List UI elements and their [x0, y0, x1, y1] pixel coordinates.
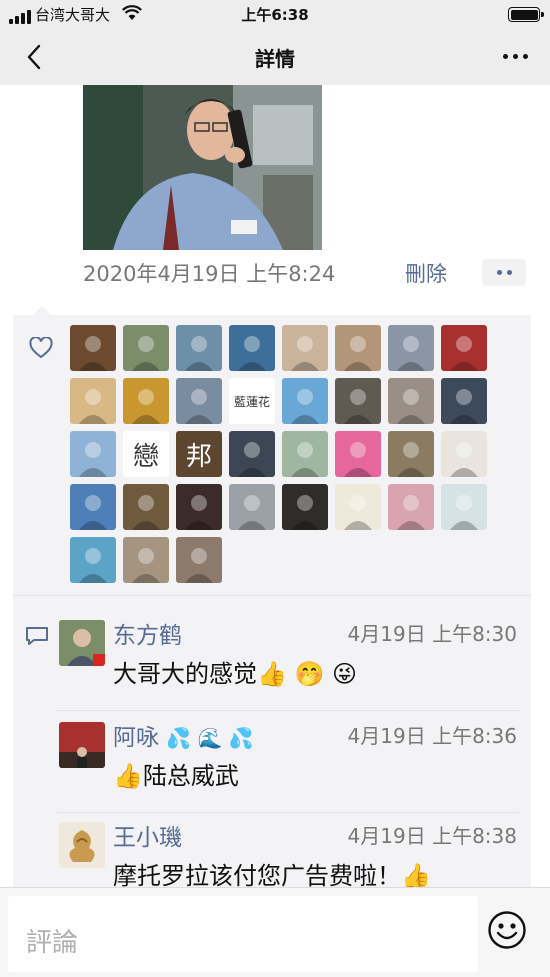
avatar-woman-glasses-2[interactable]: [176, 537, 222, 583]
avatar-man-standing[interactable]: [123, 537, 169, 583]
avatar-white-flowers[interactable]: [123, 484, 169, 530]
commenter-name[interactable]: 阿咏 💦 🌊 💦: [113, 718, 254, 752]
avatar-beach-girl[interactable]: [282, 378, 328, 424]
avatar-gift-box[interactable]: [282, 325, 328, 371]
avatar-man-headphones[interactable]: [388, 378, 434, 424]
divider: [57, 812, 519, 813]
avatar-woman-sunglasses[interactable]: [441, 378, 487, 424]
avatar-text: 邦: [185, 441, 212, 472]
comment-text: 👍陆总威武: [113, 762, 239, 790]
comment-item[interactable]: 阿咏 💦 🌊 💦 4月19日 上午8:36 👍陆总威武: [57, 722, 531, 802]
likes-panel: 藍蓮花戀邦: [13, 306, 531, 595]
avatar-cartoon-woman[interactable]: [335, 431, 381, 477]
comment-time: 4月19日 上午8:38: [347, 824, 517, 848]
avatar-seal-stamp[interactable]: 邦: [176, 431, 222, 477]
avatar-calligraphy-scroll[interactable]: [335, 484, 381, 530]
avatar-man-dark[interactable]: [282, 484, 328, 530]
like-avatar-grid: 藍蓮花戀邦: [70, 325, 500, 583]
avatar-man-sitting[interactable]: [335, 378, 381, 424]
avatar-golden-phoenix[interactable]: [70, 378, 116, 424]
heart-icon: [29, 337, 53, 359]
comment-input[interactable]: 評論: [8, 896, 478, 972]
delete-link[interactable]: 刪除: [405, 258, 447, 288]
status-bar: 台湾大哥大 上午6:38: [0, 0, 550, 30]
avatar-red-store[interactable]: [441, 325, 487, 371]
comment-time: 4月19日 上午8:36: [347, 724, 517, 748]
clock: 上午6:38: [241, 6, 309, 24]
avatar-cyclist[interactable]: [282, 431, 328, 477]
avatar-two-girls[interactable]: [388, 484, 434, 530]
avatar-man-seaside[interactable]: [176, 325, 222, 371]
commenter-name[interactable]: 王小璣: [113, 818, 182, 852]
comment-icon: [26, 627, 48, 645]
commenter-avatar[interactable]: [59, 722, 105, 768]
emoji-thumbs-smile: 👍 🤭 😜: [257, 660, 358, 688]
action-menu-button[interactable]: [482, 259, 526, 286]
avatar-teacup-blue[interactable]: [229, 325, 275, 371]
avatar-cartoon-man[interactable]: [441, 431, 487, 477]
avatar-lotus-logo[interactable]: 藍蓮花: [229, 378, 275, 424]
commenter-name[interactable]: 东方鹤: [113, 616, 182, 650]
comment-item[interactable]: 东方鹤 4月19日 上午8:30 大哥大的感觉👍 🤭 😜: [57, 620, 531, 700]
avatar-autumn-tree[interactable]: [123, 378, 169, 424]
avatar-red-roses[interactable]: [176, 484, 222, 530]
comment-time: 4月19日 上午8:30: [347, 622, 517, 646]
avatar-man-suit[interactable]: [388, 325, 434, 371]
avatar-woman-glasses[interactable]: [335, 325, 381, 371]
comment-input-bar: 評論: [0, 887, 550, 977]
comments-panel: 东方鹤 4月19日 上午8:30 大哥大的感觉👍 🤭 😜 阿咏 💦 🌊 💦 4月…: [13, 595, 531, 895]
avatar-calligraphy[interactable]: 戀: [123, 431, 169, 477]
emoji-smile-icon[interactable]: [487, 910, 527, 950]
divider: [57, 710, 519, 711]
avatar-older-woman[interactable]: [229, 484, 275, 530]
avatar-man-black-suit[interactable]: [229, 431, 275, 477]
commenter-avatar[interactable]: [59, 620, 105, 666]
avatar-text: 藍蓮花: [233, 394, 270, 409]
post-timestamp: 2020年4月19日 上午8:24: [83, 262, 336, 286]
avatar-news-collage[interactable]: [70, 325, 116, 371]
emoji-thumbs-up: 👍: [401, 862, 431, 890]
avatar-man-portrait[interactable]: [123, 325, 169, 371]
commenter-avatar[interactable]: [59, 822, 105, 868]
avatar-man-landmark[interactable]: [176, 378, 222, 424]
avatar-fountain-sky[interactable]: [70, 431, 116, 477]
avatar-bird-sky[interactable]: [70, 484, 116, 530]
navigation-bar: 詳情: [0, 30, 550, 85]
battery-icon: [508, 7, 544, 22]
avatar-text: 戀: [132, 441, 159, 472]
more-options-icon[interactable]: [503, 54, 528, 59]
post-photo[interactable]: [83, 85, 322, 250]
avatar-anime-girl[interactable]: [441, 484, 487, 530]
comment-text: 摩托罗拉该付您广告费啦！👍: [113, 862, 431, 890]
avatar-lotus-flower[interactable]: [70, 537, 116, 583]
emoji-thumbs-up: 👍: [113, 762, 143, 790]
avatar-pagoda[interactable]: [388, 431, 434, 477]
emoji-water-wave: 💦 🌊 💦: [166, 726, 254, 750]
page-title: 詳情: [255, 47, 295, 71]
comment-text: 大哥大的感觉👍 🤭 😜: [113, 660, 358, 688]
